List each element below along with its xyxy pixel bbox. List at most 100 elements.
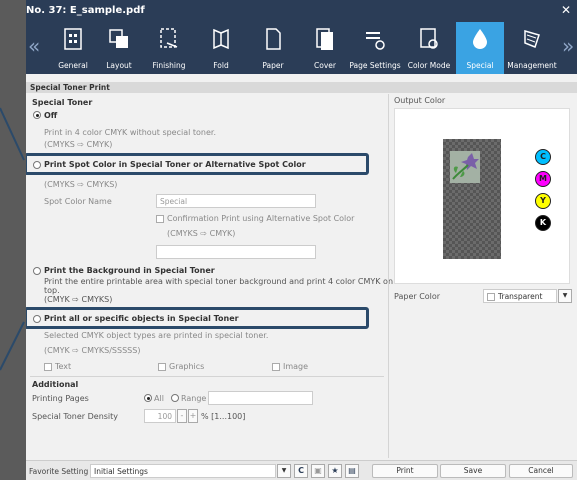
flower-image xyxy=(450,151,480,183)
range-input[interactable] xyxy=(208,391,313,405)
callout-line-bottom xyxy=(0,321,25,371)
tab-management[interactable]: Management xyxy=(504,22,560,74)
tab-label: Management xyxy=(507,61,557,70)
spot-conversion: (CMYKS ⇨ CMYKS) xyxy=(44,180,118,189)
tab-paper[interactable]: Paper xyxy=(244,22,302,74)
graphics-checkbox[interactable] xyxy=(158,363,166,371)
graphics-checkbox-label[interactable]: Graphics xyxy=(169,362,204,371)
density-label: Special Toner Density xyxy=(32,412,119,421)
paper-color-swatch xyxy=(487,293,495,301)
title-bar: No. 37: E_sample.pdf ✕ xyxy=(26,0,577,22)
radio-off-label[interactable]: Off xyxy=(44,111,57,120)
favorite-setting-select[interactable]: Initial Settings xyxy=(90,464,276,478)
close-icon[interactable]: ✕ xyxy=(561,3,571,17)
density-input[interactable]: 100 xyxy=(144,409,176,423)
paper-icon xyxy=(266,28,281,50)
spot-color-name-value: Special xyxy=(160,197,188,206)
favorite-star-icon[interactable]: ★ xyxy=(328,464,342,478)
density-value: 100 xyxy=(157,412,172,421)
tab-finishing[interactable]: Finishing xyxy=(140,22,198,74)
paper-color-label: Paper Color xyxy=(394,292,441,301)
layout-icon xyxy=(109,29,128,48)
density-increase-button[interactable]: + xyxy=(188,409,198,423)
save-button[interactable]: Save xyxy=(440,464,506,478)
refresh-icon[interactable]: C xyxy=(294,464,308,478)
page-settings-icon xyxy=(366,32,385,50)
printing-pages-label: Printing Pages xyxy=(32,394,89,403)
radio-off[interactable] xyxy=(33,111,41,119)
tab-label: Layout xyxy=(106,61,132,70)
tab-label: Paper xyxy=(262,61,284,70)
background-description-1: Print the entire printable area with spe… xyxy=(44,277,394,286)
spot-color-name-input[interactable]: Special xyxy=(156,194,316,208)
image-checkbox-label[interactable]: Image xyxy=(283,362,308,371)
radio-all-pages[interactable] xyxy=(144,394,152,402)
tab-special[interactable]: Special xyxy=(456,22,504,74)
text-checkbox[interactable] xyxy=(44,363,52,371)
off-conversion: (CMYKS ⇨ CMYK) xyxy=(44,140,113,149)
next-tabs-icon[interactable]: » xyxy=(562,34,574,58)
settings-list-icon[interactable]: ▤ xyxy=(345,464,359,478)
cancel-button[interactable]: Cancel xyxy=(509,464,573,478)
tab-label: Special xyxy=(466,61,494,70)
save-favorite-icon[interactable]: ▣ xyxy=(311,464,325,478)
alternative-spot-color-input[interactable] xyxy=(156,245,316,259)
tab-label: Finishing xyxy=(152,61,186,70)
radio-background-label[interactable]: Print the Background in Special Toner xyxy=(44,266,215,275)
favorite-setting-value: Initial Settings xyxy=(94,467,148,476)
image-checkbox[interactable] xyxy=(272,363,280,371)
confirmation-conversion: (CMYKS ⇨ CMYK) xyxy=(167,229,236,238)
section-title: Special Toner Print xyxy=(26,82,577,93)
ink-yellow-icon: Y xyxy=(535,193,551,209)
radio-all-pages-label[interactable]: All xyxy=(154,394,164,403)
paper-color-dropdown-icon[interactable]: ▼ xyxy=(558,289,572,303)
favorite-dropdown-icon[interactable]: ▼ xyxy=(277,464,291,478)
tab-label: Page Settings xyxy=(349,61,401,70)
tab-color-mode[interactable]: Color Mode xyxy=(402,22,456,74)
text-checkbox-label[interactable]: Text xyxy=(55,362,71,371)
radio-range[interactable] xyxy=(171,394,179,402)
color-mode-icon xyxy=(420,28,438,49)
flower-icon xyxy=(452,153,479,180)
tab-label: General xyxy=(58,61,88,70)
screenshot-stage: No. 37: E_sample.pdf ✕ « General Layout … xyxy=(0,0,577,480)
additional-group-label: Additional xyxy=(32,380,79,389)
spot-color-name-label: Spot Color Name xyxy=(44,197,112,206)
management-icon xyxy=(524,30,540,48)
highlight-objects-option xyxy=(26,307,369,329)
objects-conversion: (CMYK ⇨ CMYKS/SSSSS) xyxy=(44,346,141,355)
density-unit: % [1...100] xyxy=(201,412,246,421)
tab-label: Cover xyxy=(314,61,336,70)
footer-bar: Favorite Setting Initial Settings ▼ C ▣ … xyxy=(26,460,577,480)
prev-tabs-icon[interactable]: « xyxy=(28,34,40,58)
ink-letter: C xyxy=(540,152,546,161)
section-divider xyxy=(30,376,384,377)
density-decrease-button[interactable]: - xyxy=(177,409,187,423)
radio-range-label[interactable]: Range xyxy=(181,394,206,403)
radio-background[interactable] xyxy=(33,267,41,275)
panel-divider xyxy=(388,94,389,458)
ink-letter: K xyxy=(539,218,547,227)
window-title: No. 37: E_sample.pdf xyxy=(26,5,145,16)
print-button[interactable]: Print xyxy=(372,464,438,478)
special-toner-group-label: Special Toner xyxy=(32,98,93,107)
confirmation-print-checkbox[interactable] xyxy=(156,215,164,223)
ink-cyan-icon: C xyxy=(535,149,551,165)
favorite-setting-label: Favorite Setting xyxy=(29,467,89,476)
fold-icon xyxy=(213,28,229,50)
tab-cover[interactable]: Cover xyxy=(302,22,348,74)
tab-layout[interactable]: Layout xyxy=(98,22,140,74)
general-icon xyxy=(64,28,82,50)
off-description: Print in 4 color CMYK without special to… xyxy=(44,128,217,137)
ink-black-icon: K xyxy=(535,215,551,231)
tab-fold[interactable]: Fold xyxy=(198,22,244,74)
tab-page-settings[interactable]: Page Settings xyxy=(348,22,402,74)
background-description-2: top. xyxy=(44,286,60,295)
confirmation-print-label[interactable]: Confirmation Print using Alternative Spo… xyxy=(167,214,354,223)
ink-magenta-icon: M xyxy=(535,171,551,187)
paper-color-value: Transparent xyxy=(498,292,543,301)
tab-general[interactable]: General xyxy=(48,22,98,74)
special-icon xyxy=(473,29,487,49)
paper-color-select[interactable]: Transparent xyxy=(483,289,557,303)
output-color-label: Output Color xyxy=(394,96,446,105)
